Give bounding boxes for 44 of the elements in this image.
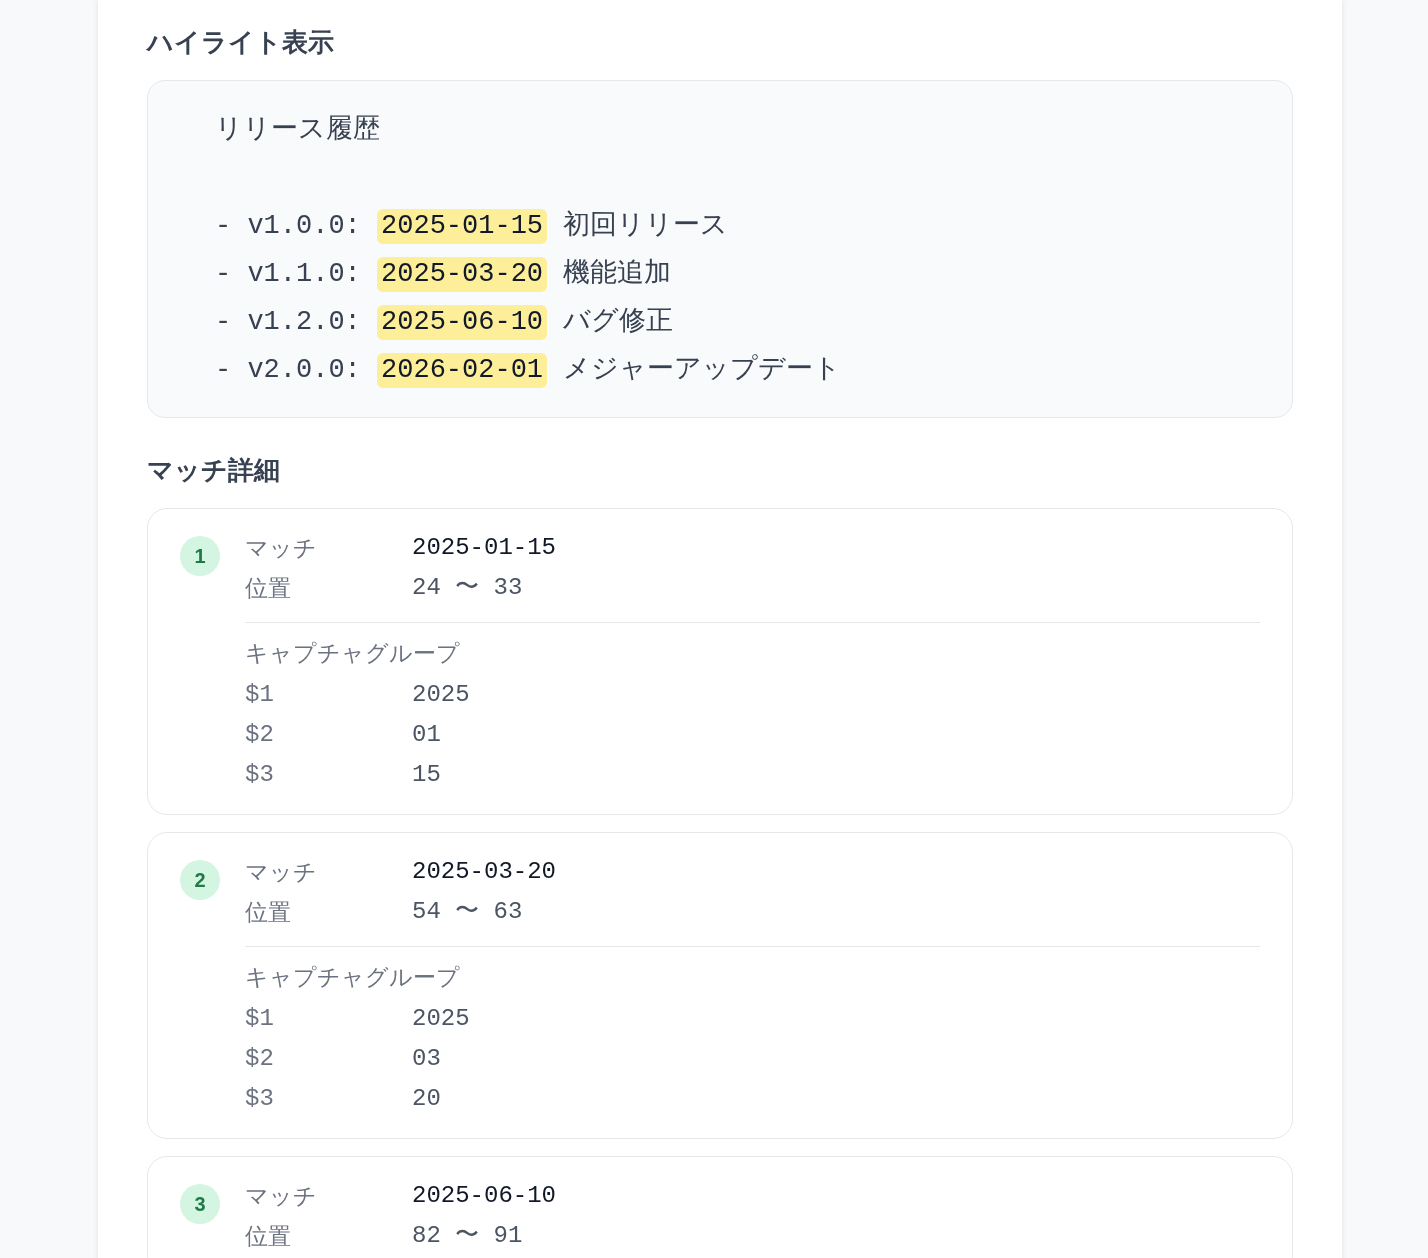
field-label: マッチ [245, 1182, 317, 1211]
capture-group-heading: キャプチャグループ [245, 639, 460, 668]
capture-name: $3 [245, 1084, 274, 1114]
capture-value: 15 [412, 760, 441, 790]
field-label: 位置 [245, 574, 291, 603]
section-heading: ハイライト表示 [147, 26, 334, 59]
capture-name: $3 [245, 760, 274, 790]
code-text: バグ修正 [562, 305, 674, 339]
code-text: リリース履歴 [215, 113, 380, 147]
field-label: 位置 [245, 1222, 291, 1251]
capture-name: $1 [245, 680, 274, 710]
capture-name: $2 [245, 1044, 274, 1074]
capture-value: 20 [412, 1084, 441, 1114]
capture-value: 03 [412, 1044, 441, 1074]
code-text: 初回リリース [562, 209, 729, 243]
match-highlight: 2025-06-10 [377, 304, 548, 340]
match-text: 2025-06-10 [412, 1181, 557, 1211]
match-number-badge: 3 [180, 1184, 220, 1224]
field-label: マッチ [245, 534, 317, 563]
capture-value: 01 [412, 720, 441, 750]
capture-name: $2 [245, 720, 274, 750]
match-highlight: 2026-02-01 [377, 352, 548, 388]
match-number-badge: 2 [180, 860, 220, 900]
position-range: 82 〜 91 [412, 1221, 523, 1251]
match-text: 2025-01-15 [412, 533, 557, 563]
capture-value: 2025 [412, 1004, 470, 1034]
field-label: マッチ [245, 858, 317, 887]
position-range: 54 〜 63 [412, 897, 523, 927]
section-heading: マッチ詳細 [147, 454, 280, 487]
capture-value: 2025 [412, 680, 470, 710]
match-text: 2025-03-20 [412, 857, 557, 887]
field-label: 位置 [245, 898, 291, 927]
code-text: - v1.0.0: [215, 209, 362, 243]
capture-name: $1 [245, 1004, 274, 1034]
code-text: - v1.1.0: [215, 257, 362, 291]
match-highlight: 2025-03-20 [377, 256, 548, 292]
match-number-badge: 1 [180, 536, 220, 576]
code-text: - v2.0.0: [215, 353, 362, 387]
code-text: - v1.2.0: [215, 305, 362, 339]
code-text: メジャーアップデート [562, 353, 842, 387]
position-range: 24 〜 33 [412, 573, 523, 603]
capture-group-heading: キャプチャグループ [245, 963, 460, 992]
code-text: 機能追加 [562, 257, 672, 291]
match-highlight: 2025-01-15 [377, 208, 548, 244]
